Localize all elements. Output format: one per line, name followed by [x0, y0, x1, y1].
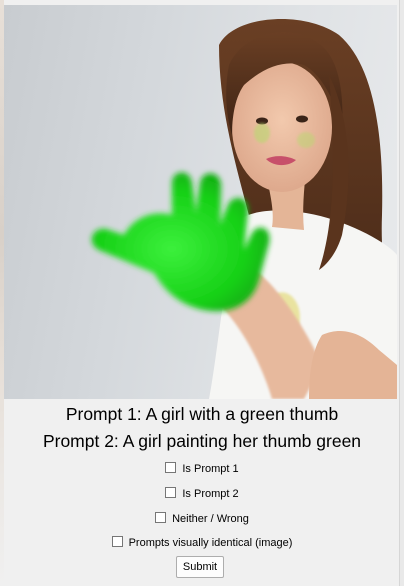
- generated-image: [4, 5, 397, 399]
- is-prompt-2-checkbox[interactable]: [165, 487, 177, 498]
- option-is-prompt-1[interactable]: Is Prompt 1: [0, 462, 404, 475]
- is-prompt-1-label: Is Prompt 1: [182, 463, 239, 475]
- is-prompt-2-label: Is Prompt 2: [182, 488, 239, 500]
- is-prompt-1-checkbox[interactable]: [165, 462, 177, 473]
- option-prompts-identical[interactable]: Prompts visually identical (image): [0, 536, 404, 549]
- prompts-identical-label: Prompts visually identical (image): [128, 537, 293, 549]
- submit-button[interactable]: Submit: [176, 556, 224, 578]
- neither-wrong-label: Neither / Wrong: [172, 513, 249, 525]
- neither-wrong-checkbox[interactable]: [155, 512, 167, 523]
- option-neither-wrong[interactable]: Neither / Wrong: [0, 512, 404, 525]
- prompt-1-text: Prompt 1: A girl with a green thumb: [65, 404, 339, 424]
- prompt-2-text: Prompt 2: A girl painting her thumb gree…: [42, 431, 362, 451]
- prompts-identical-checkbox[interactable]: [111, 536, 123, 547]
- option-is-prompt-2[interactable]: Is Prompt 2: [0, 487, 404, 500]
